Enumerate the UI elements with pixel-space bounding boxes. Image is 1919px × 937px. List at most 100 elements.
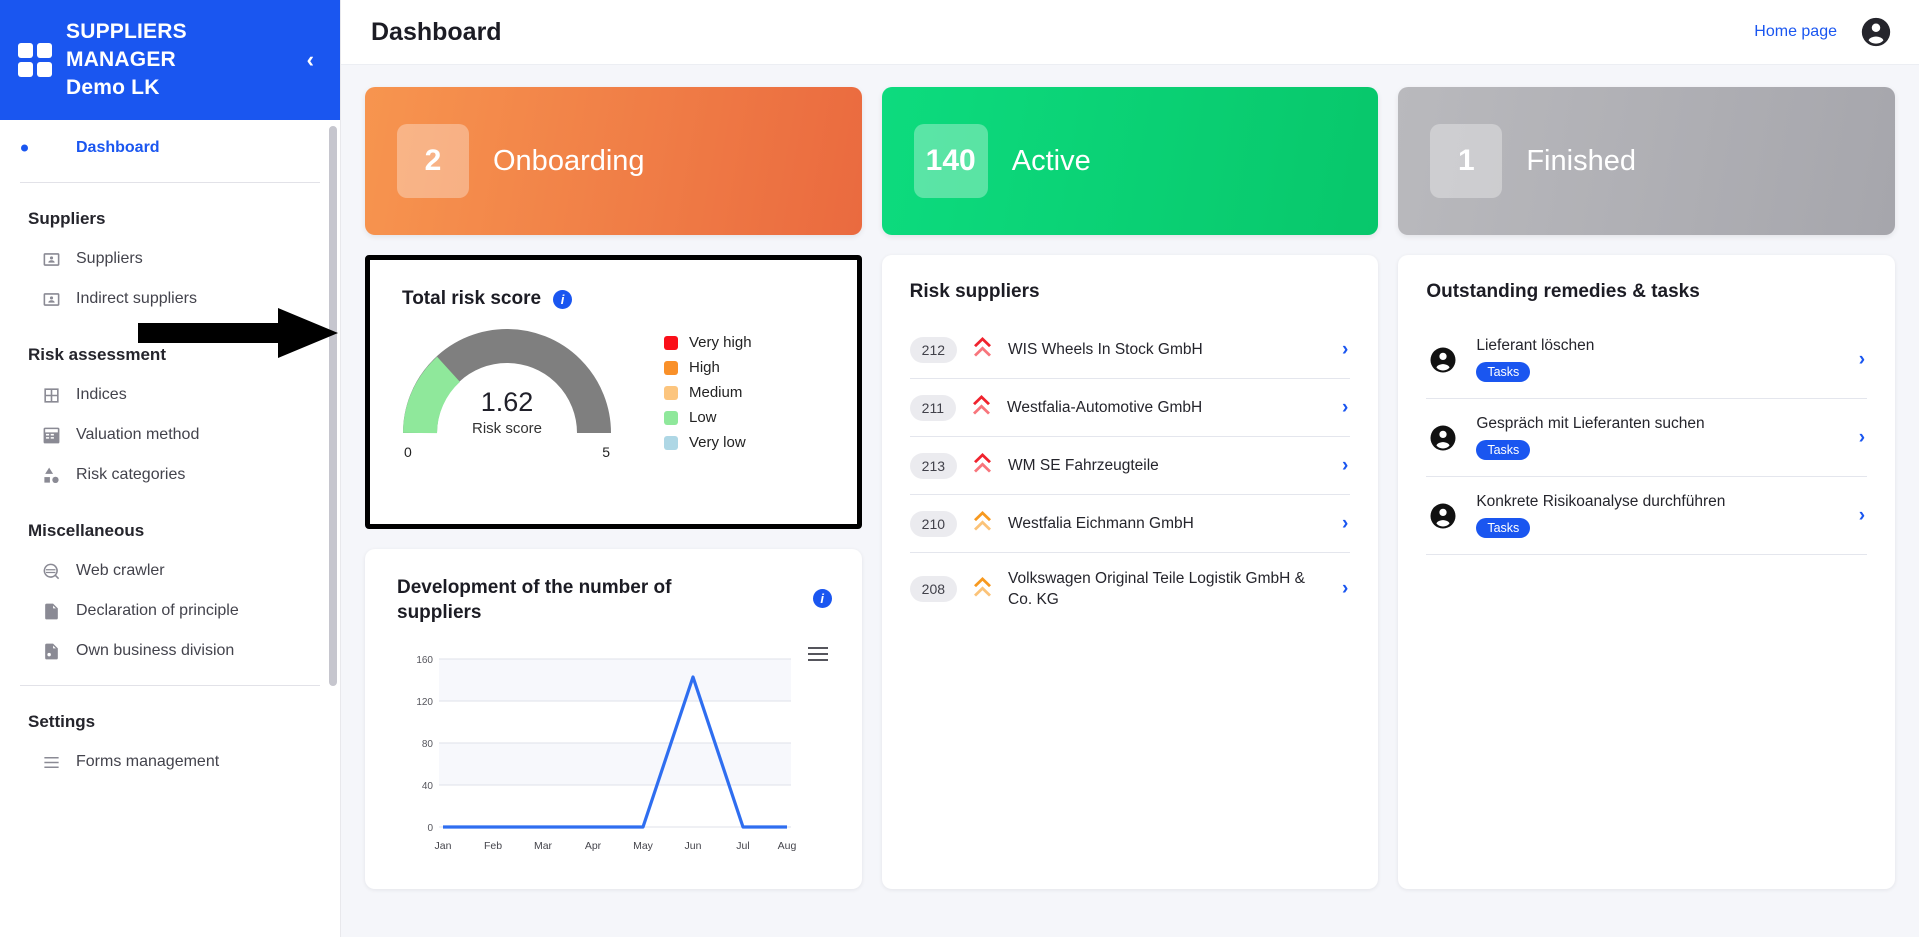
task-type-badge: Tasks [1476, 440, 1531, 460]
x-tick-feb: Feb [484, 840, 502, 852]
x-tick-aug: Aug [778, 840, 797, 852]
legend-label: Very low [689, 434, 746, 451]
risk-supplier-row-208[interactable]: 208 Volkswagen Original Teile Logistik G… [909, 553, 1351, 625]
app-logo-icon [18, 43, 52, 77]
status-card-label: Active [1011, 144, 1091, 177]
legend-swatch [664, 410, 678, 425]
risk-supplier-row-212[interactable]: 212 WIS Wheels In Stock GmbH › [909, 321, 1351, 379]
y-tick-120: 120 [416, 697, 433, 708]
hamburger-menu-icon[interactable] [807, 647, 828, 666]
sidebar-item-indices[interactable]: Indices [0, 375, 340, 415]
sidebar-item-label: Indices [76, 386, 127, 403]
chevron-right-icon[interactable]: › [1342, 339, 1348, 361]
sidebar-item-web-crawler[interactable]: Web crawler [0, 551, 340, 591]
brand-line-3: Demo LK [66, 76, 160, 99]
sidebar-item-valuation-method[interactable]: Valuation method [0, 415, 340, 455]
x-tick-mar: Mar [534, 840, 553, 852]
risk-supplier-row-210[interactable]: 210 Westfalia Eichmann GmbH › [909, 495, 1351, 553]
y-tick-40: 40 [422, 781, 434, 792]
legend-swatch [664, 435, 678, 450]
brand-title: SUPPLIERS MANAGER Demo LK [66, 18, 187, 102]
risk-suppliers-card: Risk suppliers 212 WIS Wheels In Stock G… [881, 255, 1379, 889]
document-icon [40, 600, 62, 622]
sidebar-item-risk-categories[interactable]: Risk categories [0, 455, 340, 495]
sidebar-section-suppliers: Suppliers [28, 209, 106, 228]
sidebar-section-risk-assessment: Risk assessment [28, 345, 166, 364]
legend-swatch [664, 335, 678, 350]
x-tick-jun: Jun [685, 840, 702, 852]
task-row-1[interactable]: Lieferant löschen Tasks › [1426, 321, 1868, 399]
status-card-onboarding[interactable]: 2 Onboarding [365, 87, 862, 235]
sidebar-item-suppliers[interactable]: Suppliers [0, 239, 340, 279]
sidebar-scrollbar[interactable] [329, 126, 337, 926]
task-name: Konkrete Risikoanalyse durchführen [1476, 493, 1726, 510]
outstanding-tasks-title: Outstanding remedies & tasks [1426, 281, 1700, 302]
top-bar-right: Home page [1754, 15, 1893, 49]
status-card-finished[interactable]: 1 Finished [1398, 87, 1896, 235]
risk-supplier-row-213[interactable]: 213 WM SE Fahrzeugteile › [909, 437, 1351, 495]
chevron-right-icon[interactable]: › [1859, 349, 1865, 371]
middle-column: Risk suppliers 212 WIS Wheels In Stock G… [881, 255, 1379, 889]
supplier-id-badge: 208 [909, 576, 958, 602]
severity-double-chevron-up-icon [973, 576, 992, 603]
legend-item-very-low: Very low [664, 434, 752, 451]
info-icon[interactable]: i [812, 589, 832, 608]
chevron-right-icon[interactable]: › [1342, 513, 1348, 535]
gauge-center-readout: 1.62 Risk score [402, 386, 612, 437]
main-area: Dashboard Home page 2 Onboarding 140 Act… [341, 0, 1919, 937]
risk-gauge: 1.62 Risk score 0 5 [402, 328, 612, 460]
task-row-3[interactable]: Konkrete Risikoanalyse durchführen Tasks… [1426, 477, 1868, 555]
task-row-2[interactable]: Gespräch mit Lieferanten suchen Tasks › [1426, 399, 1868, 477]
sidebar-section-settings: Settings [28, 712, 96, 731]
severity-double-chevron-up-icon [973, 510, 992, 537]
sidebar-scrollbar-thumb[interactable] [329, 126, 337, 686]
supplier-id-badge: 212 [909, 336, 958, 363]
status-count-badge: 1 [1430, 124, 1503, 198]
chart-header: Development of the number of suppliers i [397, 575, 832, 625]
info-icon[interactable]: i [553, 289, 573, 309]
legend-label: Medium [689, 384, 743, 401]
home-page-link[interactable]: Home page [1754, 23, 1837, 41]
chevron-right-icon[interactable]: › [1342, 455, 1348, 477]
task-main: Gespräch mit Lieferanten suchen Tasks [1476, 415, 1840, 460]
shapes-icon [40, 464, 62, 486]
chevron-left-icon[interactable]: ‹ [307, 49, 314, 71]
sidebar-item-label: Suppliers [76, 250, 143, 267]
sidebar-item-forms-management[interactable]: Forms management [0, 742, 340, 782]
supplier-name: WM SE Fahrzeugteile [1008, 457, 1159, 474]
gauge-scale: 0 5 [402, 444, 612, 460]
chevron-right-icon[interactable]: › [1342, 397, 1348, 419]
chevron-right-icon[interactable]: › [1859, 427, 1865, 449]
sidebar-item-label: Forms management [76, 753, 220, 770]
status-card-active[interactable]: 140 Active [881, 87, 1379, 235]
sidebar-item-declaration-of-principle[interactable]: Declaration of principle [0, 591, 340, 631]
web-search-icon [40, 560, 62, 582]
account-circle-icon [1430, 425, 1456, 450]
x-tick-jan: Jan [435, 840, 452, 852]
total-risk-score-title: Total risk score [402, 288, 542, 309]
sidebar-item-label: Web crawler [76, 562, 165, 579]
chevron-right-icon[interactable]: › [1859, 505, 1865, 527]
sidebar: SUPPLIERS MANAGER Demo LK ‹ Dashboard Su… [0, 0, 341, 937]
gauge-scale-min: 0 [404, 444, 412, 460]
sidebar-section-miscellaneous: Miscellaneous [28, 521, 145, 540]
total-risk-score-card: Total risk score i 1.62 Risk score 0 5 V… [365, 255, 862, 529]
sidebar-item-own-business-division[interactable]: Own business division [0, 631, 340, 671]
calculator-icon [40, 424, 62, 446]
sidebar-item-dashboard[interactable]: Dashboard [0, 128, 340, 168]
task-name: Lieferant löschen [1476, 337, 1595, 354]
risk-suppliers-title: Risk suppliers [909, 281, 1040, 302]
brand-line-2: MANAGER [66, 48, 176, 71]
status-card-label: Onboarding [493, 144, 645, 177]
sidebar-item-indirect-suppliers[interactable]: Indirect suppliers [0, 279, 340, 319]
risk-score-value: 1.62 [480, 387, 534, 417]
status-cards-row: 2 Onboarding 140 Active 1 Finished [365, 87, 1896, 235]
brand-header: SUPPLIERS MANAGER Demo LK ‹ [0, 0, 340, 120]
account-circle-icon[interactable] [1859, 15, 1893, 49]
risk-supplier-row-211[interactable]: 211 Westfalia-Automotive GmbH › [909, 379, 1351, 437]
account-circle-icon [1430, 503, 1456, 528]
chevron-right-icon[interactable]: › [1342, 578, 1348, 600]
x-tick-apr: Apr [585, 840, 602, 852]
sidebar-item-label: Risk categories [76, 466, 186, 483]
list-icon [40, 751, 62, 773]
